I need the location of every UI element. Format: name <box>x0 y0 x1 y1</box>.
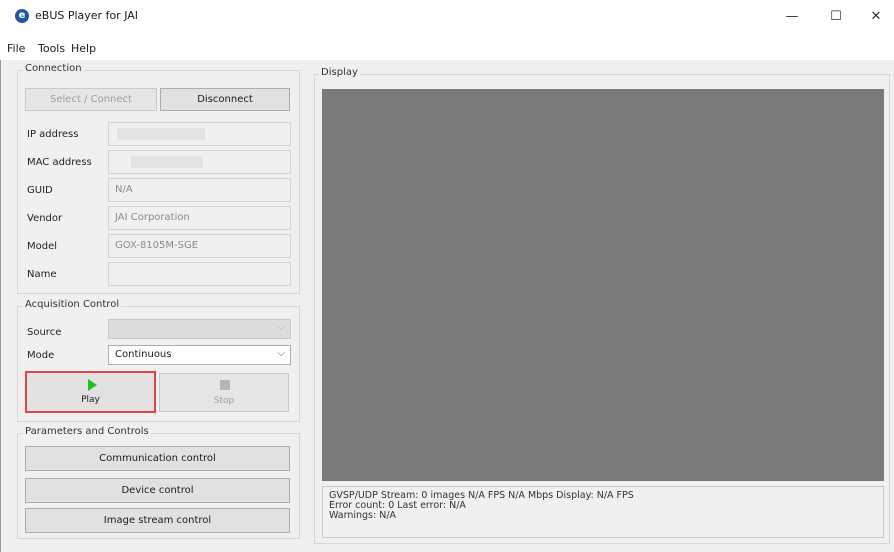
model-field: GOX-8105M-SGE <box>108 234 291 258</box>
chevron-down-icon: ⌵ <box>277 322 285 333</box>
stop-button[interactable]: Stop <box>159 373 289 412</box>
minimize-button[interactable]: — <box>777 6 807 28</box>
play-label: Play <box>81 395 100 405</box>
window-edge <box>0 0 1 552</box>
video-display-area[interactable] <box>322 89 884 481</box>
name-field <box>108 262 291 286</box>
ebus-app-icon: e <box>15 9 29 23</box>
image-stream-control-button[interactable]: Image stream control <box>25 508 290 533</box>
window-title: eBUS Player for JAI <box>35 9 139 22</box>
stream-status-panel: GVSP/UDP Stream: 0 images N/A FPS N/A Mb… <box>322 486 884 538</box>
ip-address-label: IP address <box>27 129 79 140</box>
stop-icon <box>220 380 230 390</box>
play-button[interactable]: Play <box>25 371 156 413</box>
menu-file[interactable]: File <box>7 42 25 55</box>
menu-bar: File Tools Help <box>0 40 894 60</box>
display-group-title: Display <box>319 67 360 78</box>
source-dropdown[interactable]: ⌵ <box>108 319 291 339</box>
communication-control-button[interactable]: Communication control <box>25 446 290 471</box>
vendor-field: JAI Corporation <box>108 206 291 230</box>
mac-address-label: MAC address <box>27 157 92 168</box>
menu-tools[interactable]: Tools <box>38 42 65 55</box>
source-label: Source <box>27 327 62 338</box>
play-icon <box>88 379 97 391</box>
mode-dropdown[interactable]: Continuous ⌵ <box>108 345 291 365</box>
guid-field: N/A <box>108 178 291 202</box>
close-button[interactable]: ✕ <box>861 6 891 28</box>
mode-value: Continuous <box>115 349 172 360</box>
stop-label: Stop <box>213 396 235 406</box>
warnings-status-line: Warnings: N/A <box>329 510 397 521</box>
device-control-button[interactable]: Device control <box>25 478 290 503</box>
name-label: Name <box>27 269 57 280</box>
vendor-label: Vendor <box>27 213 63 224</box>
connection-group-title: Connection <box>23 63 84 74</box>
guid-label: GUID <box>27 185 53 196</box>
menu-help[interactable]: Help <box>71 42 96 55</box>
ip-address-field <box>108 122 291 146</box>
select-connect-button[interactable]: Select / Connect <box>25 88 157 111</box>
acquisition-control-group-title: Acquisition Control <box>23 299 122 310</box>
disconnect-button[interactable]: Disconnect <box>160 88 290 111</box>
redacted-mac <box>131 156 203 168</box>
chevron-down-icon: ⌵ <box>277 348 285 359</box>
title-bar: e eBUS Player for JAI — ☐ ✕ <box>0 0 894 40</box>
mode-label: Mode <box>27 350 55 361</box>
parameters-group-title: Parameters and Controls <box>23 426 151 437</box>
maximize-button[interactable]: ☐ <box>821 6 851 28</box>
mac-address-field <box>108 150 291 174</box>
redacted-ip <box>117 128 205 140</box>
error-status-line: Error count: 0 Last error: N/A <box>329 500 466 511</box>
model-label: Model <box>27 241 58 252</box>
